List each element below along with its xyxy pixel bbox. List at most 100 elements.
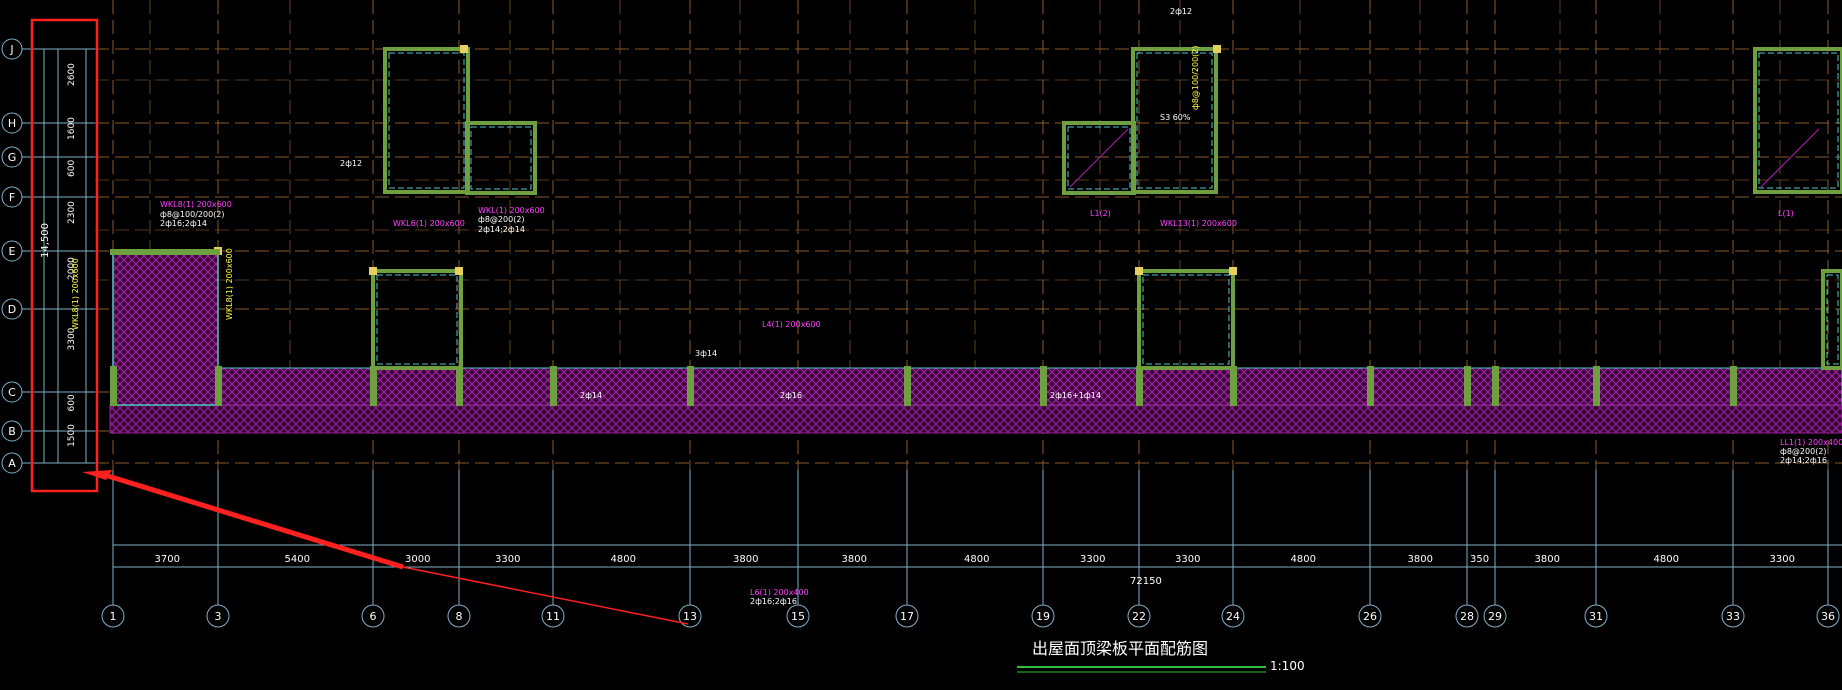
column-post — [215, 366, 222, 406]
beam-label: WKL8(1) 200x600 — [160, 200, 232, 209]
column-marker — [460, 45, 468, 53]
row-dim-label: 1500 — [67, 424, 77, 447]
col-axis-label: 33 — [1726, 610, 1740, 623]
beam-label: 3ф14 — [695, 349, 717, 358]
beam-label: 2ф14 — [580, 391, 602, 400]
column-post — [370, 366, 377, 406]
column-post — [904, 366, 911, 406]
col-axis-label: 29 — [1488, 610, 1502, 623]
beam-label: 2ф12 — [1170, 7, 1192, 16]
lower-slab-band — [109, 404, 1842, 434]
col-axis-label: 8 — [456, 610, 463, 623]
row-dim-label: 600 — [67, 160, 77, 177]
drawing-background — [0, 0, 1842, 690]
col-axis-label: 36 — [1821, 610, 1835, 623]
row-axis-label: C — [8, 386, 16, 399]
row-dim-label: 1600 — [67, 117, 77, 140]
column-post — [1230, 366, 1237, 406]
col-dim-label: 3800 — [733, 554, 758, 565]
col-dim-label: 3000 — [405, 554, 430, 565]
column-post — [1593, 366, 1600, 406]
col-axis-label: 28 — [1460, 610, 1474, 623]
beam-label: L(1) — [1778, 209, 1794, 218]
col-dim-label: 5400 — [285, 554, 310, 565]
col-axis-label: 11 — [546, 610, 560, 623]
column-post — [456, 366, 463, 406]
column-post — [550, 366, 557, 406]
col-axis-label: 17 — [900, 610, 914, 623]
beam-label: ф8@100/200(2) — [160, 210, 225, 219]
col-dim-label: 4800 — [611, 554, 636, 565]
col-axis-label: 1 — [110, 610, 117, 623]
col-dim-label: 350 — [1470, 554, 1489, 565]
drawing-scale: 1:100 — [1270, 659, 1305, 673]
col-axis-label: 31 — [1589, 610, 1603, 623]
column-post — [1040, 366, 1047, 406]
beam-label: LL1(1) 200x400 — [1780, 438, 1842, 447]
beam-label: 2ф16;2ф14 — [160, 219, 207, 228]
beam-label: WKL6(1) 200x600 — [393, 219, 465, 228]
col-axis-label: 24 — [1226, 610, 1240, 623]
col-axis-label: 15 — [791, 610, 805, 623]
column-marker — [1135, 267, 1143, 275]
rebar-leader-label: ф8@100/200(2) — [1191, 46, 1200, 111]
overall-width-dim: 72150 — [1130, 576, 1162, 587]
col-dim-label: 3800 — [1535, 554, 1560, 565]
beam-label: 2ф16 — [780, 391, 802, 400]
row-dim-label: 600 — [67, 394, 77, 411]
col-dim-label: 3300 — [1175, 554, 1200, 565]
col-dim-label: 3300 — [1080, 554, 1105, 565]
col-dim-label: 3700 — [155, 554, 180, 565]
beam-label: L4(1) 200x600 — [762, 320, 821, 329]
beam-label: ф8@200(2) — [478, 215, 525, 224]
row-axis-label: H — [8, 117, 16, 130]
row-axis-label: E — [9, 245, 16, 258]
row-axis-label: A — [8, 457, 16, 470]
overall-height-dim: 14,500 — [40, 223, 51, 258]
stair-slab-block — [112, 250, 219, 406]
col-dim-label: 4800 — [1291, 554, 1316, 565]
column-marker — [369, 267, 377, 275]
top-beam-stair — [110, 249, 220, 255]
beam-label: WKL(1) 200x600 — [478, 206, 545, 215]
column-post — [1730, 366, 1737, 406]
beam-label: S3 60% — [1160, 113, 1191, 122]
col-dim-label: 4800 — [1654, 554, 1679, 565]
cad-drawing-canvas[interactable]: 2600160060023002000330060015003700 5400 30… — [0, 0, 1842, 690]
beam-label: 2ф14;2ф14 — [478, 225, 525, 234]
col-axis-label: 6 — [370, 610, 377, 623]
rebar-leader-label: WKL8(1) 200x600 — [225, 248, 234, 320]
row-dim-label: 2600 — [67, 63, 77, 86]
beam-label: L1(2) — [1090, 209, 1111, 218]
column-post — [1367, 366, 1374, 406]
beam-label: 2ф12 — [340, 159, 362, 168]
column-marker — [1229, 267, 1237, 275]
beam-label: 2ф16;2ф16 — [750, 597, 797, 606]
row-axis-label: J — [9, 43, 13, 56]
col-dim-label: 3300 — [495, 554, 520, 565]
col-axis-label: 19 — [1036, 610, 1050, 623]
column-post — [1136, 366, 1143, 406]
beam-label: WKL13(1) 200x600 — [1160, 219, 1237, 228]
row-axis-label: D — [8, 303, 16, 316]
column-post — [1492, 366, 1499, 406]
col-axis-label: 3 — [215, 610, 222, 623]
row-axis-label: F — [9, 191, 15, 204]
col-dim-label: 3300 — [1770, 554, 1795, 565]
rebar-leader-label: WKL8(1) 200x600 — [71, 258, 80, 330]
column-marker — [1213, 45, 1221, 53]
col-dim-label: 3800 — [1408, 554, 1433, 565]
beam-label: L6(1) 200x400 — [750, 588, 809, 597]
beam-label: 2ф16+1ф14 — [1050, 391, 1101, 400]
row-dim-label: 2300 — [67, 201, 77, 224]
column-marker — [455, 267, 463, 275]
col-axis-label: 13 — [683, 610, 697, 623]
col-axis-label: 26 — [1363, 610, 1377, 623]
drawing-title: 出屋面顶梁板平面配筋图 — [1032, 639, 1208, 658]
column-post — [687, 366, 694, 406]
col-axis-label: 22 — [1132, 610, 1146, 623]
row-axis-label: G — [8, 151, 17, 164]
col-dim-label: 3800 — [842, 554, 867, 565]
row-axis-label: B — [8, 425, 16, 438]
beam-label: 2ф14;2ф16 — [1780, 456, 1827, 465]
